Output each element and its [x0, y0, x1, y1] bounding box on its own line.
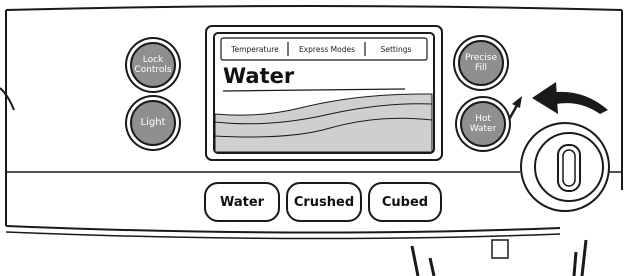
- lock-controls-label-line2: Controls: [134, 65, 172, 75]
- light-label: Light: [140, 117, 166, 128]
- light-button[interactable]: Light: [130, 100, 176, 146]
- cubed-button[interactable]: Cubed: [368, 182, 442, 222]
- water-button[interactable]: Water: [204, 182, 280, 222]
- hot-water-button[interactable]: Hot Water: [460, 101, 506, 147]
- crushed-button[interactable]: Crushed: [286, 182, 362, 222]
- display-mode-title: Water: [223, 64, 295, 88]
- lock-controls-button[interactable]: Lock Controls: [130, 42, 176, 88]
- curved-arrow-icon: [532, 82, 608, 114]
- tab-temperature[interactable]: Temperature: [222, 40, 288, 58]
- hot-water-label-line2: Water: [469, 124, 497, 134]
- precise-fill-button[interactable]: Precise Fill: [458, 40, 504, 86]
- tab-settings[interactable]: Settings: [366, 40, 426, 58]
- precise-fill-label-line1: Precise: [465, 53, 497, 63]
- dial-knob-icon[interactable]: [520, 122, 610, 212]
- precise-fill-label-line2: Fill: [474, 63, 487, 73]
- hot-water-label-line1: Hot: [475, 114, 491, 124]
- tab-express-modes[interactable]: Express Modes: [289, 40, 365, 58]
- lock-controls-label-line1: Lock: [142, 55, 164, 65]
